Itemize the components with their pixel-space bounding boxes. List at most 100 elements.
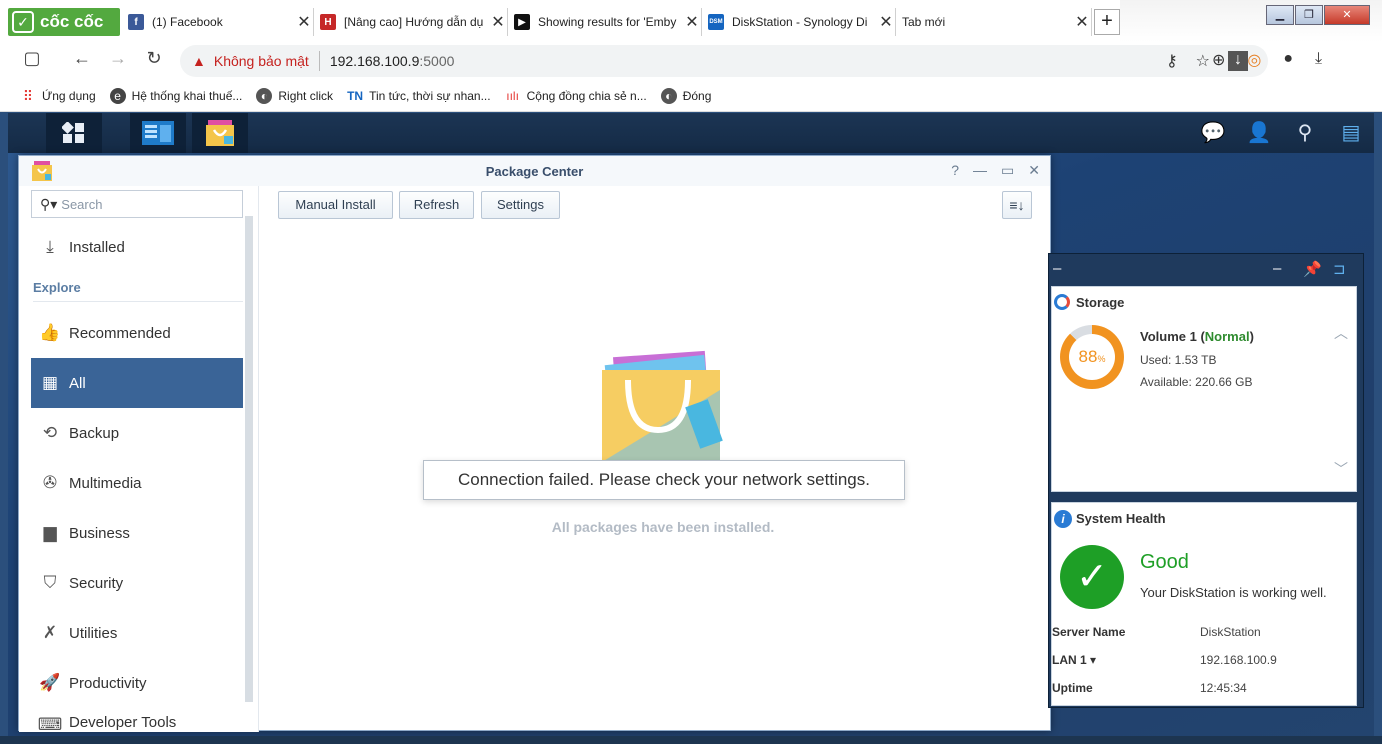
- widget-settings-icon[interactable]: ⊐: [1333, 260, 1346, 278]
- browser-brand-button[interactable]: ✓ cốc cốc: [8, 8, 120, 36]
- account-icon[interactable]: ●: [1283, 50, 1293, 70]
- window-title-bar[interactable]: Package Center ? — ▭ ✕: [19, 156, 1050, 186]
- checkmark-icon: ✓: [1060, 545, 1124, 609]
- sidebar-item-recommended[interactable]: 👍 Recommended: [31, 308, 243, 358]
- volume-status: Normal: [1204, 329, 1250, 344]
- key-icon[interactable]: ⚷: [1166, 51, 1178, 71]
- collapse-icon[interactable]: –: [1053, 260, 1061, 277]
- sidebar-scrollbar[interactable]: [245, 216, 253, 702]
- search-placeholder: Search: [61, 196, 103, 212]
- sidebar-toggle-icon[interactable]: ▢: [20, 48, 44, 69]
- notifications-icon[interactable]: 💬: [1200, 120, 1226, 146]
- warning-icon: ▲: [192, 53, 206, 69]
- main-menu-button[interactable]: [46, 113, 102, 153]
- bookmark-cong-dong[interactable]: ıılı Cộng đồng chia sẻ n...: [505, 88, 647, 104]
- bookmark-right-click[interactable]: ◐ Right click: [256, 87, 333, 104]
- close-icon[interactable]: ✕: [1028, 162, 1040, 179]
- sidebar-item-label: Multimedia: [69, 474, 142, 492]
- package-center-window: Package Center ? — ▭ ✕ ⚲▾ Search ⤓ Insta…: [18, 155, 1051, 732]
- settings-button[interactable]: Settings: [481, 191, 560, 219]
- forward-icon[interactable]: →: [106, 48, 130, 69]
- refresh-button[interactable]: Refresh: [399, 191, 474, 219]
- shopping-bag-illustration: [602, 350, 723, 462]
- user-icon[interactable]: 👤: [1246, 120, 1272, 146]
- briefcase-icon: ▆: [43, 523, 57, 542]
- uptime-value: 12:45:34: [1200, 681, 1247, 695]
- bookmark-apps[interactable]: ⠿ Ứng dụng: [20, 88, 96, 104]
- sidebar-item-utilities[interactable]: ✗ Utilities: [31, 608, 243, 658]
- tab-emby[interactable]: ▶ Showing results for 'Emby ✕: [508, 8, 702, 36]
- lan-label: LAN 1: [1052, 653, 1087, 667]
- star-icon[interactable]: ☆: [1196, 51, 1210, 71]
- close-tab-icon[interactable]: ✕: [295, 12, 313, 32]
- sidebar-item-business[interactable]: ▆ Business: [31, 508, 243, 558]
- sidebar-item-developer-tools[interactable]: ⌨ Developer Tools: [31, 708, 243, 732]
- minimize-widget-icon[interactable]: –: [1273, 260, 1281, 277]
- sidebar-item-backup[interactable]: ⟲ Backup: [31, 408, 243, 458]
- coccoc-extension-icon[interactable]: ◎: [1247, 50, 1261, 70]
- back-icon[interactable]: ←: [70, 48, 94, 69]
- bookmarks-bar: ⠿ Ứng dụng e Hệ thống khai thuế... ◐ Right …: [0, 80, 1382, 112]
- pin-icon[interactable]: 📌: [1303, 260, 1322, 278]
- extension-icon[interactable]: ⊕: [1212, 50, 1225, 70]
- search-input[interactable]: ⚲▾ Search: [31, 190, 243, 218]
- storage-title: Storage: [1076, 295, 1125, 310]
- tab-facebook[interactable]: f (1) Facebook ✕: [122, 8, 314, 36]
- lan-selector[interactable]: LAN 1 ▾: [1052, 653, 1096, 667]
- chevron-down-icon[interactable]: ﹀: [1334, 459, 1348, 479]
- minimize-window-icon[interactable]: ▁: [1266, 5, 1294, 25]
- dsm-favicon-icon: DSM: [708, 14, 724, 30]
- equalizer-icon: ıılı: [506, 88, 519, 103]
- sidebar-item-multimedia[interactable]: ✇ Multimedia: [31, 458, 243, 508]
- sidebar-item-label: Business: [69, 524, 130, 542]
- manual-install-button[interactable]: Manual Install: [278, 191, 393, 219]
- close-tab-icon[interactable]: ✕: [877, 12, 895, 32]
- window-controls: ▁ ❐ ✕: [1265, 5, 1370, 27]
- file-station-taskbar-button[interactable]: [130, 113, 186, 153]
- download-menu-icon[interactable]: ⤓: [1315, 50, 1322, 70]
- url-input[interactable]: ▲ Không bảo mật 192.168.100.9:5000 ⚷ ☆ ↓: [180, 45, 1268, 77]
- close-window-icon[interactable]: ✕: [1324, 5, 1370, 25]
- package-center-taskbar-button[interactable]: [192, 113, 248, 153]
- grid-icon: ▦: [41, 373, 59, 392]
- windows-taskbar: [0, 736, 1382, 744]
- close-tab-icon[interactable]: ✕: [683, 12, 701, 32]
- sidebar-item-installed[interactable]: ⤓ Installed: [31, 222, 243, 272]
- tab-diskstation[interactable]: DSM DiskStation - Synology Di ✕: [702, 8, 896, 36]
- package-center-icon: [206, 120, 234, 146]
- info-icon: i: [1054, 510, 1072, 528]
- sort-icon: ≡↓: [1009, 197, 1025, 213]
- empty-state-message: All packages have been installed.: [551, 519, 775, 535]
- health-message: Your DiskStation is working well.: [1140, 585, 1327, 600]
- bookmark-tin-tuc[interactable]: TN Tin tức, thời sự nhan...: [347, 88, 491, 104]
- new-tab-button[interactable]: +: [1094, 9, 1120, 35]
- tn-icon: TN: [347, 88, 364, 103]
- tab-new[interactable]: Tab mới ✕: [896, 8, 1092, 36]
- bookmark-label: Cộng đồng chia sẻ n...: [526, 88, 647, 103]
- widgets-icon[interactable]: ▤: [1338, 120, 1364, 146]
- tab-title: DiskStation - Synology Di: [732, 15, 868, 29]
- sort-button[interactable]: ≡↓: [1002, 191, 1032, 219]
- sidebar-item-security[interactable]: ⛉ Security: [31, 558, 243, 608]
- security-warning[interactable]: Không bảo mật: [214, 53, 309, 69]
- sidebar-item-all[interactable]: ▦ All: [31, 358, 243, 408]
- search-icon[interactable]: ⚲: [1292, 120, 1318, 146]
- chevron-up-icon[interactable]: ︿: [1334, 323, 1348, 343]
- minimize-icon[interactable]: —: [973, 162, 987, 179]
- sidebar-item-productivity[interactable]: 🚀 Productivity: [31, 658, 243, 708]
- globe-icon: ◐: [660, 87, 677, 104]
- bookmark-dong[interactable]: ◐ Đóng: [660, 87, 711, 104]
- tab-huong-dan[interactable]: H [Nâng cao] Hướng dẫn dụ ✕: [314, 8, 508, 36]
- maximize-window-icon[interactable]: ❐: [1295, 5, 1323, 25]
- tab-title: Tab mới: [902, 15, 946, 29]
- bookmark-khai-thue[interactable]: e Hệ thống khai thuế...: [109, 87, 242, 104]
- help-icon[interactable]: ?: [951, 162, 959, 179]
- maximize-icon[interactable]: ▭: [1001, 162, 1014, 179]
- close-tab-icon[interactable]: ✕: [489, 12, 507, 32]
- url-host: 192.168.100.9: [329, 53, 420, 69]
- url-text: 192.168.100.9:5000: [330, 53, 455, 69]
- uptime-label: Uptime: [1052, 681, 1093, 695]
- reload-icon[interactable]: ↻: [142, 48, 166, 69]
- window-controls: ? — ▭ ✕: [951, 162, 1040, 179]
- close-tab-icon[interactable]: ✕: [1073, 12, 1091, 32]
